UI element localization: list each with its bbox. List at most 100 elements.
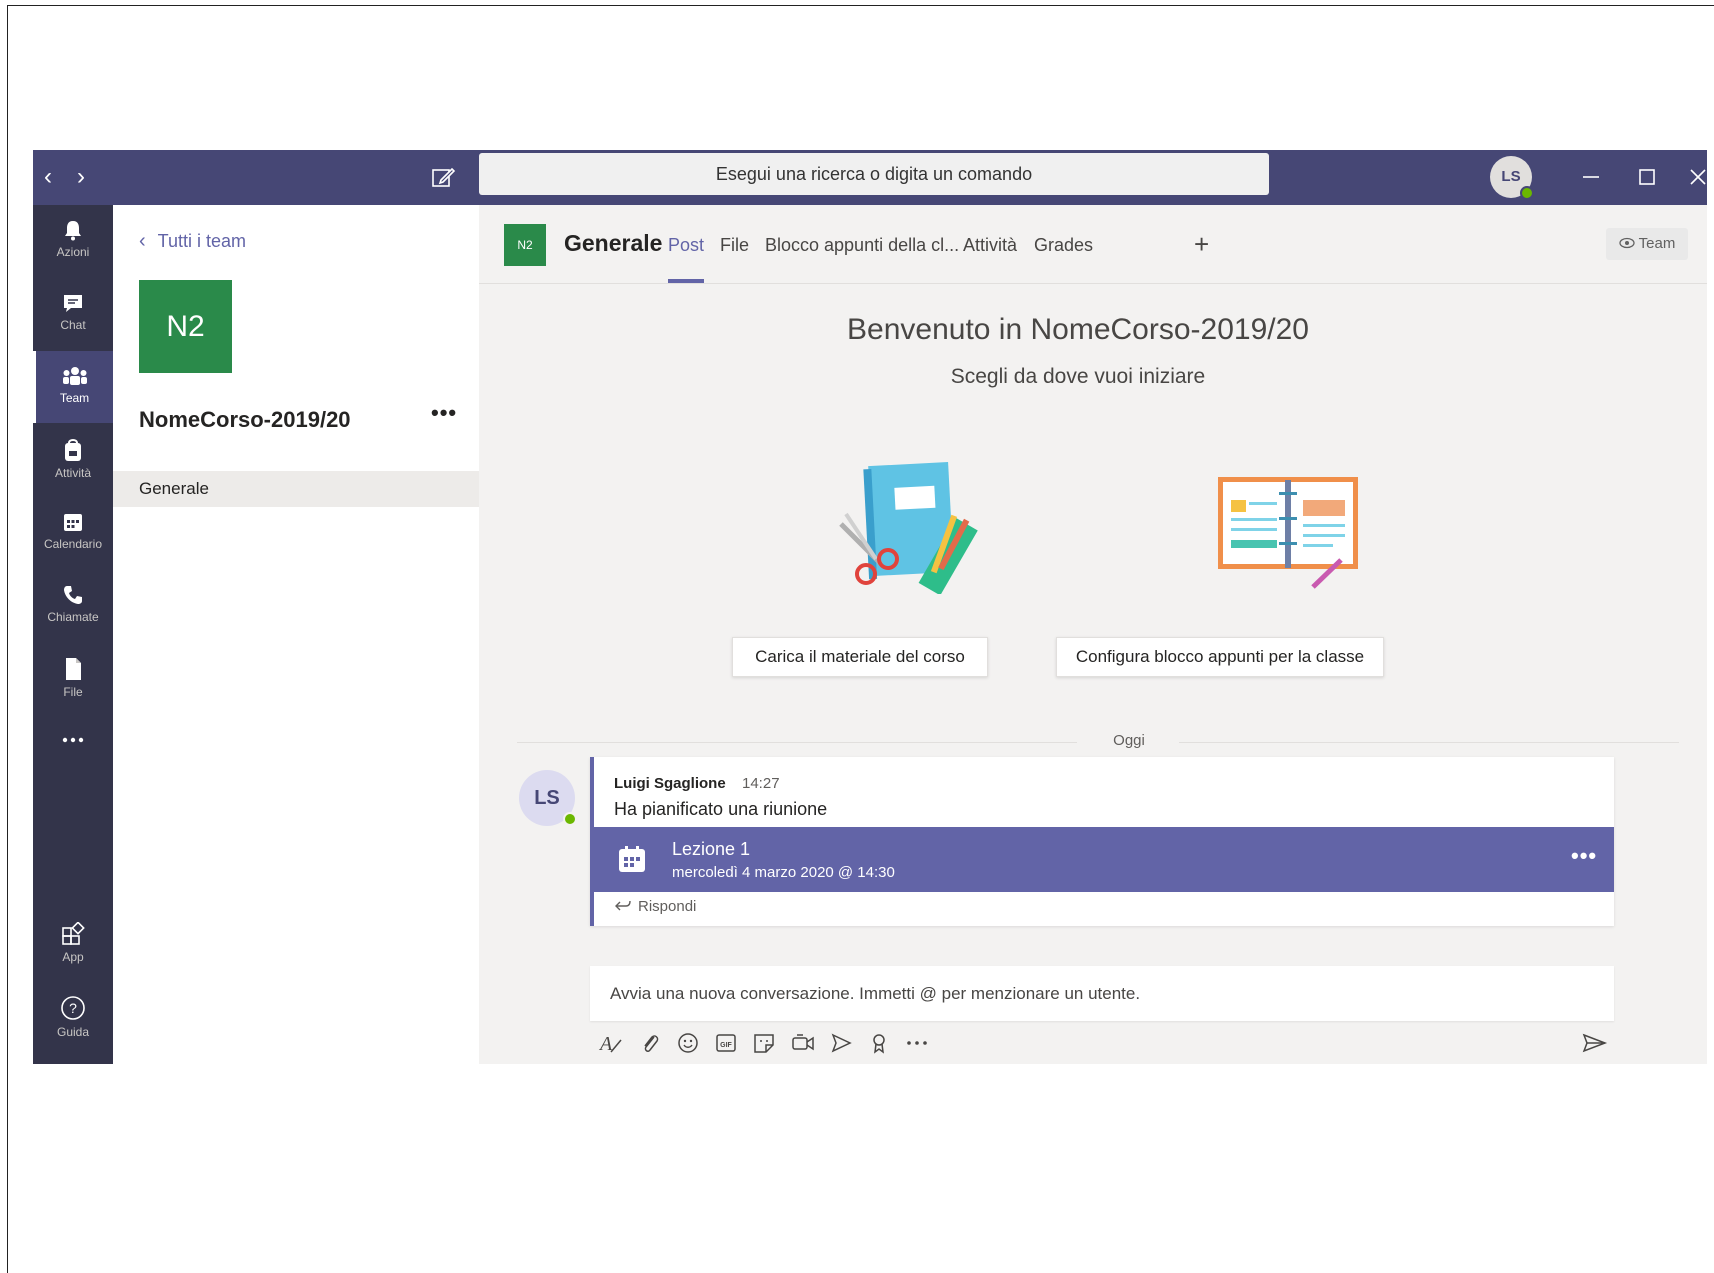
apps-icon <box>62 922 85 945</box>
reply-label: Rispondi <box>638 898 697 915</box>
meeting-title: Lezione 1 <box>672 839 751 859</box>
rail-item-attivita[interactable]: Attività <box>33 424 113 496</box>
forward-arrow-icon[interactable]: › <box>66 160 96 194</box>
calendar-icon <box>619 846 645 872</box>
message-author-avatar[interactable]: LS <box>519 770 577 826</box>
team-more-options-icon[interactable]: ••• <box>431 400 457 426</box>
phone-icon <box>64 586 82 604</box>
avatar-initials: LS <box>534 787 560 809</box>
meet-now-icon[interactable] <box>788 1028 818 1058</box>
teams-icon <box>62 367 87 385</box>
channel-title: Generale <box>564 230 663 256</box>
rail-label: App <box>62 950 84 964</box>
presence-available-icon <box>563 812 577 826</box>
new-conversation-input[interactable]: Avvia una nuova conversazione. Immetti @… <box>590 966 1614 1021</box>
title-bar: ‹ › Esegui una ricerca o digita un coman… <box>33 150 1707 205</box>
tab-post[interactable]: Post <box>668 235 704 256</box>
avatar-initials: LS <box>1501 168 1521 185</box>
channel-item-generale[interactable]: Generale <box>113 471 479 507</box>
rail-item-chat[interactable]: Chat <box>33 278 113 350</box>
rail-item-azioni[interactable]: Azioni <box>33 205 113 277</box>
rail-label: Attività <box>54 466 91 480</box>
all-teams-label: Tutti i team <box>157 231 247 251</box>
team-button-label: Team <box>1638 235 1676 252</box>
rail-item-file[interactable]: File <box>33 643 113 715</box>
rail-label: Azioni <box>56 245 90 259</box>
emoji-icon[interactable] <box>673 1028 703 1058</box>
sticker-icon[interactable] <box>749 1028 779 1058</box>
message-timestamp: 14:27 <box>742 775 780 792</box>
calendar-icon <box>64 514 82 531</box>
file-icon <box>66 658 81 680</box>
back-arrow-icon[interactable]: ‹ <box>33 160 63 194</box>
more-options-icon[interactable] <box>902 1028 932 1058</box>
new-chat-icon[interactable] <box>428 162 458 192</box>
app-rail: Azioni Chat Team Attività Calendario Chi… <box>33 205 113 1064</box>
meeting-more-options-icon[interactable]: ••• <box>1571 843 1597 869</box>
rail-item-team[interactable]: Team <box>33 351 113 423</box>
tab-file[interactable]: File <box>720 235 749 256</box>
team-avatar-tile: N2 <box>139 280 232 373</box>
backpack-icon <box>65 439 81 461</box>
active-tab-indicator <box>668 279 704 283</box>
date-divider-label: Oggi <box>1113 732 1145 749</box>
date-divider-line <box>1179 742 1679 743</box>
welcome-subtitle: Scegli da dove vuoi iniziare <box>950 365 1206 388</box>
team-panel: ‹ Tutti i team N2 NomeCorso-2019/20 ••• G… <box>113 205 479 1064</box>
meeting-card[interactable]: Lezione 1 mercoledì 4 marzo 2020 @ 14:30… <box>594 827 1614 892</box>
presence-available-icon <box>1520 186 1534 200</box>
bell-icon <box>65 221 81 241</box>
profile-avatar[interactable]: LS <box>1490 156 1534 200</box>
channel-team-tile: N2 <box>504 224 546 266</box>
message-text: Ha pianificato una riunione <box>614 799 828 819</box>
rail-item-app[interactable]: App <box>33 908 113 980</box>
team-name: NomeCorso-2019/20 <box>139 407 351 432</box>
rail-label: Guida <box>56 1025 90 1039</box>
tab-blocco-appunti[interactable]: Blocco appunti della cl... <box>765 235 959 256</box>
praise-icon[interactable] <box>864 1028 894 1058</box>
rail-item-guida[interactable]: ? Guida <box>33 981 113 1053</box>
gif-icon[interactable]: GIF <box>711 1028 741 1058</box>
channel-main: N2 Generale Post File Blocco appunti del… <box>479 205 1707 1064</box>
rail-label: Chiamate <box>47 610 99 624</box>
team-view-button[interactable]: Team <box>1606 228 1688 260</box>
welcome-title: Benvenuto in NomeCorso-2019/20 <box>847 313 1309 346</box>
close-icon[interactable] <box>1683 160 1707 194</box>
class-notebook-illustration <box>1218 477 1358 589</box>
channel-header: N2 Generale Post File Blocco appunti del… <box>479 205 1707 284</box>
rail-item-calendario[interactable]: Calendario <box>33 497 113 569</box>
maximize-icon[interactable] <box>1627 160 1667 194</box>
message-card: Luigi Sgaglione 14:27 Ha pianificato una… <box>590 757 1614 926</box>
message-author[interactable]: Luigi Sgaglione <box>614 775 726 792</box>
stream-icon[interactable] <box>826 1028 856 1058</box>
tab-grades[interactable]: Grades <box>1034 235 1093 256</box>
course-material-illustration <box>839 461 978 594</box>
teams-window: ‹ › Esegui una ricerca o digita un coman… <box>33 150 1707 1064</box>
rail-item-chiamate[interactable]: Chiamate <box>33 570 113 642</box>
date-divider-line <box>517 742 1077 743</box>
rail-label: File <box>63 685 83 699</box>
eye-icon <box>1619 237 1635 249</box>
rail-label: Chat <box>60 318 86 332</box>
tab-attivita[interactable]: Attività <box>963 235 1017 256</box>
rail-label: Calendario <box>43 537 103 551</box>
configure-notebook-button[interactable]: Configura blocco appunti per la classe <box>1056 637 1384 677</box>
help-icon: ? <box>61 996 85 1020</box>
more-apps-icon[interactable] <box>33 710 113 760</box>
svg-text:GIF: GIF <box>720 1042 732 1049</box>
reply-button[interactable]: Rispondi <box>614 898 696 915</box>
add-tab-icon[interactable]: + <box>1194 229 1209 260</box>
format-icon[interactable]: A <box>596 1028 626 1058</box>
send-icon[interactable] <box>1579 1028 1609 1058</box>
chat-icon <box>64 295 82 312</box>
search-input[interactable]: Esegui una ricerca o digita un comando <box>479 153 1269 195</box>
attach-icon[interactable] <box>635 1028 665 1058</box>
minimize-icon[interactable] <box>1571 160 1611 194</box>
svg-text:?: ? <box>69 1000 77 1016</box>
chevron-left-icon: ‹ <box>139 230 146 252</box>
meeting-datetime: mercoledì 4 marzo 2020 @ 14:30 <box>672 864 895 881</box>
rail-label: Team <box>59 391 90 405</box>
upload-material-button[interactable]: Carica il materiale del corso <box>732 637 988 677</box>
reply-arrow-icon <box>615 900 631 911</box>
all-teams-link[interactable]: ‹ Tutti i team <box>139 230 246 253</box>
